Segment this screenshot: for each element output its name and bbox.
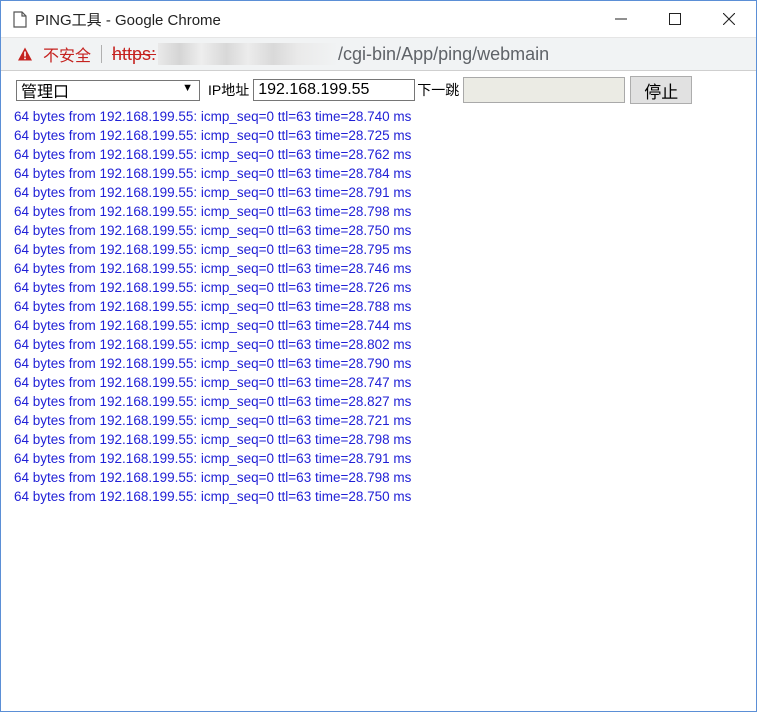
window-title: PING工具 - Google Chrome [35, 11, 221, 29]
close-button[interactable] [702, 1, 756, 37]
output-line: 64 bytes from 192.168.199.55: icmp_seq=0… [14, 204, 412, 219]
interface-select[interactable]: 管理口 ▼ [16, 79, 200, 101]
output-line: 64 bytes from 192.168.199.55: icmp_seq=0… [14, 337, 412, 352]
output-line: 64 bytes from 192.168.199.55: icmp_seq=0… [14, 318, 412, 333]
output-line: 64 bytes from 192.168.199.55: icmp_seq=0… [14, 242, 412, 257]
output-line: 64 bytes from 192.168.199.55: icmp_seq=0… [14, 470, 412, 485]
warning-triangle-icon[interactable] [17, 46, 33, 62]
output-line: 64 bytes from 192.168.199.55: icmp_seq=0… [14, 166, 412, 181]
maximize-icon [669, 13, 681, 25]
page-content: 管理口 ▼ IP地址 192.168.199.55 下一跳 停止 64 byte… [1, 71, 756, 510]
ping-form: 管理口 ▼ IP地址 192.168.199.55 下一跳 停止 [14, 75, 743, 105]
output-line: 64 bytes from 192.168.199.55: icmp_seq=0… [14, 432, 412, 447]
output-line: 64 bytes from 192.168.199.55: icmp_seq=0… [14, 356, 412, 371]
output-line: 64 bytes from 192.168.199.55: icmp_seq=0… [14, 394, 412, 409]
output-line: 64 bytes from 192.168.199.55: icmp_seq=0… [14, 375, 412, 390]
security-status-label[interactable]: 不安全 [43, 42, 91, 66]
output-line: 64 bytes from 192.168.199.55: icmp_seq=0… [14, 280, 412, 295]
url-host-redacted [158, 43, 339, 65]
browser-window: PING工具 - Google Chrome 不安全 https: /cgi-b… [0, 0, 757, 712]
next-hop-label: 下一跳 [417, 82, 460, 98]
ping-output: 64 bytes from 192.168.199.55: icmp_seq=0… [14, 107, 743, 506]
window-controls [594, 1, 756, 37]
output-line: 64 bytes from 192.168.199.55: icmp_seq=0… [14, 451, 412, 466]
ip-address-input[interactable]: 192.168.199.55 [253, 79, 416, 101]
url-scheme[interactable]: https: [112, 44, 156, 65]
address-separator [101, 45, 103, 63]
document-icon [13, 10, 27, 28]
minimize-icon [615, 18, 627, 20]
output-line: 64 bytes from 192.168.199.55: icmp_seq=0… [14, 261, 412, 276]
output-line: 64 bytes from 192.168.199.55: icmp_seq=0… [14, 413, 412, 428]
maximize-button[interactable] [648, 1, 702, 37]
close-icon [723, 13, 735, 25]
output-line: 64 bytes from 192.168.199.55: icmp_seq=0… [14, 128, 412, 143]
ip-address-label: IP地址 [208, 82, 250, 98]
output-line: 64 bytes from 192.168.199.55: icmp_seq=0… [14, 147, 412, 162]
interface-select-value: 管理口 [21, 84, 70, 101]
address-bar[interactable]: 不安全 https: /cgi-bin/App/ping/webmain [1, 37, 756, 71]
stop-button[interactable]: 停止 [630, 76, 693, 104]
next-hop-input[interactable] [463, 77, 626, 103]
output-line: 64 bytes from 192.168.199.55: icmp_seq=0… [14, 185, 412, 200]
title-bar: PING工具 - Google Chrome [1, 1, 756, 37]
dropdown-arrow-icon: ▼ [182, 81, 193, 94]
output-line: 64 bytes from 192.168.199.55: icmp_seq=0… [14, 223, 412, 238]
output-line: 64 bytes from 192.168.199.55: icmp_seq=0… [14, 489, 412, 504]
minimize-button[interactable] [594, 1, 648, 37]
output-line: 64 bytes from 192.168.199.55: icmp_seq=0… [14, 109, 412, 124]
url-path[interactable]: /cgi-bin/App/ping/webmain [338, 44, 549, 65]
output-line: 64 bytes from 192.168.199.55: icmp_seq=0… [14, 299, 412, 314]
